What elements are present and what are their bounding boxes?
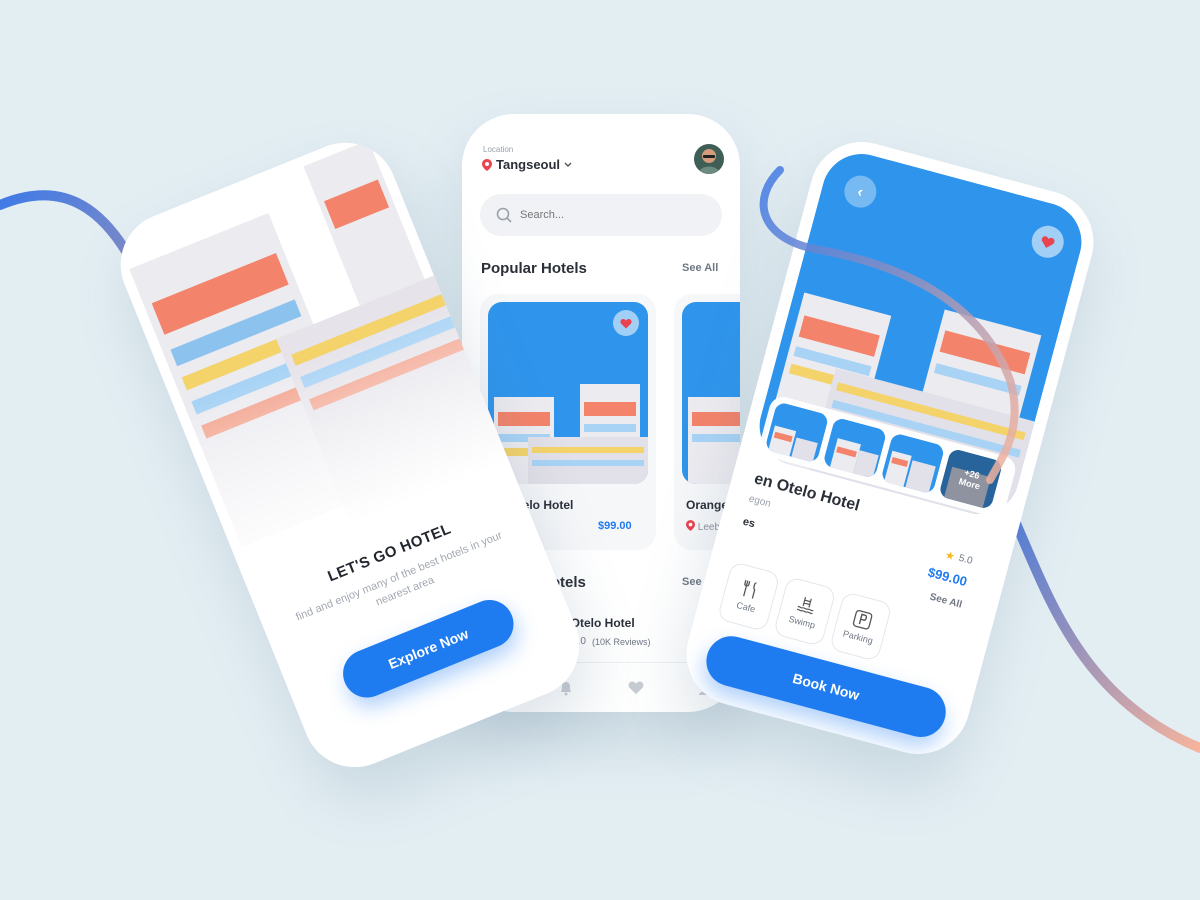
search-icon bbox=[496, 207, 512, 223]
photo-thumbnail[interactable] bbox=[764, 401, 830, 464]
hotel-price: $99.00 bbox=[598, 520, 632, 532]
cutlery-icon bbox=[743, 580, 757, 599]
popular-hotels-title: Popular Hotels bbox=[481, 260, 587, 277]
heart-icon[interactable] bbox=[628, 680, 644, 695]
heart-icon bbox=[620, 318, 632, 328]
facilities-label: es bbox=[741, 515, 757, 531]
avatar[interactable] bbox=[694, 144, 724, 174]
chevron-down-icon bbox=[564, 162, 572, 167]
photo-thumbnail[interactable] bbox=[822, 416, 888, 480]
swimming-pool-icon bbox=[796, 597, 814, 615]
heart-icon bbox=[1041, 235, 1055, 248]
hotel-rating: 5.0 bbox=[957, 552, 974, 567]
facility-label: Swimp bbox=[787, 613, 817, 631]
parking-icon bbox=[852, 609, 873, 630]
favorite-button[interactable] bbox=[613, 310, 639, 336]
photo-thumbnail[interactable] bbox=[880, 432, 946, 495]
location-pin-icon bbox=[482, 158, 492, 171]
facility-swim[interactable]: Swimp bbox=[772, 576, 837, 647]
location-pin-icon bbox=[686, 520, 695, 531]
facility-cafe[interactable]: Cafe bbox=[716, 561, 781, 632]
location-value: Tangseoul bbox=[496, 157, 561, 172]
star-icon: ★ bbox=[943, 549, 957, 564]
chevron-left-icon: ‹ bbox=[855, 182, 865, 201]
hotel-card-image bbox=[682, 302, 740, 484]
see-all-facilities-link[interactable]: See All bbox=[928, 592, 963, 611]
facility-label: Parking bbox=[841, 628, 874, 646]
location-label: Location bbox=[483, 145, 514, 154]
hotel-price: $99.00 bbox=[926, 564, 969, 590]
more-photos-overlay: +26 More bbox=[938, 447, 1004, 511]
location-selector[interactable]: Tangseoul bbox=[482, 157, 572, 172]
search-input[interactable] bbox=[520, 209, 690, 221]
more-photos-thumbnail[interactable]: +26 More bbox=[938, 447, 1004, 511]
search-bar[interactable] bbox=[480, 194, 722, 236]
hotel-reviews: (10K Reviews) bbox=[592, 637, 651, 647]
hotel-location: egon bbox=[747, 493, 772, 510]
facility-parking[interactable]: Parking bbox=[828, 591, 893, 662]
see-all-popular-link[interactable]: See All bbox=[682, 262, 718, 274]
facility-label: Cafe bbox=[735, 599, 757, 615]
